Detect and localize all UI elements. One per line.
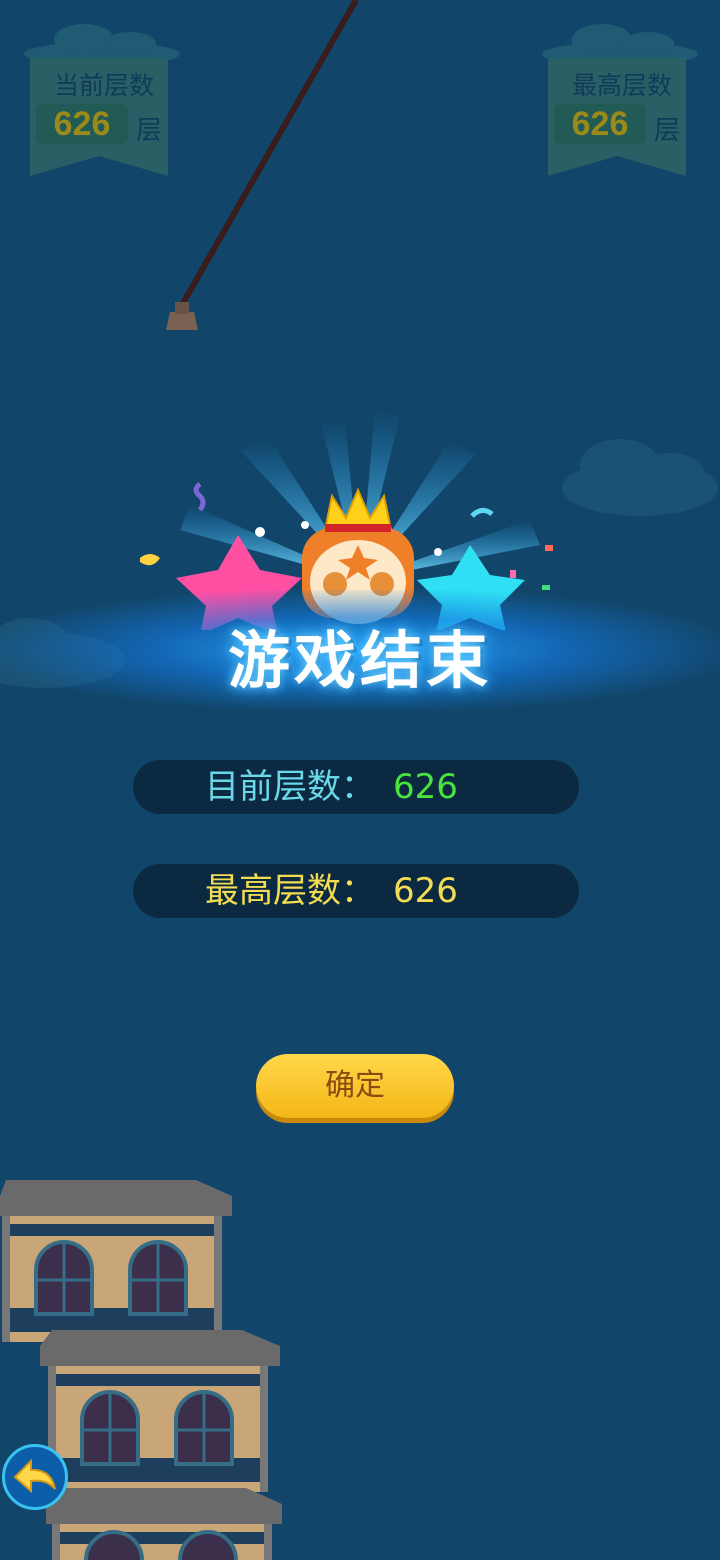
current-floors-label: 当前层数 — [53, 71, 154, 100]
best-floors-label: 最高层数 — [571, 71, 672, 100]
current-score-value: 626 — [393, 767, 458, 807]
building-floor — [46, 1488, 282, 1560]
back-arrow-icon — [13, 1458, 56, 1494]
best-floors-banner: 最高层数 626 层 — [540, 18, 700, 178]
best-score-value: 626 — [393, 871, 458, 911]
current-floors-value: 626 — [36, 104, 128, 144]
current-floors-banner: 当前层数 626 层 — [22, 18, 182, 178]
best-score-label: 最高层数： — [205, 871, 375, 911]
current-floors-unit: 层 — [136, 116, 163, 146]
best-score-row: 最高层数： 626 — [133, 864, 579, 918]
current-score-label: 目前层数： — [205, 767, 375, 807]
game-over-title: 游戏结束 — [227, 624, 492, 697]
current-score-row: 目前层数： 626 — [133, 760, 579, 814]
back-button[interactable] — [2, 1444, 68, 1510]
confirm-button[interactable]: 确定 — [256, 1054, 454, 1118]
building-floor — [0, 1180, 232, 1342]
building-floor — [40, 1330, 280, 1492]
best-floors-unit: 层 — [654, 116, 681, 146]
best-floors-value: 626 — [554, 104, 646, 144]
